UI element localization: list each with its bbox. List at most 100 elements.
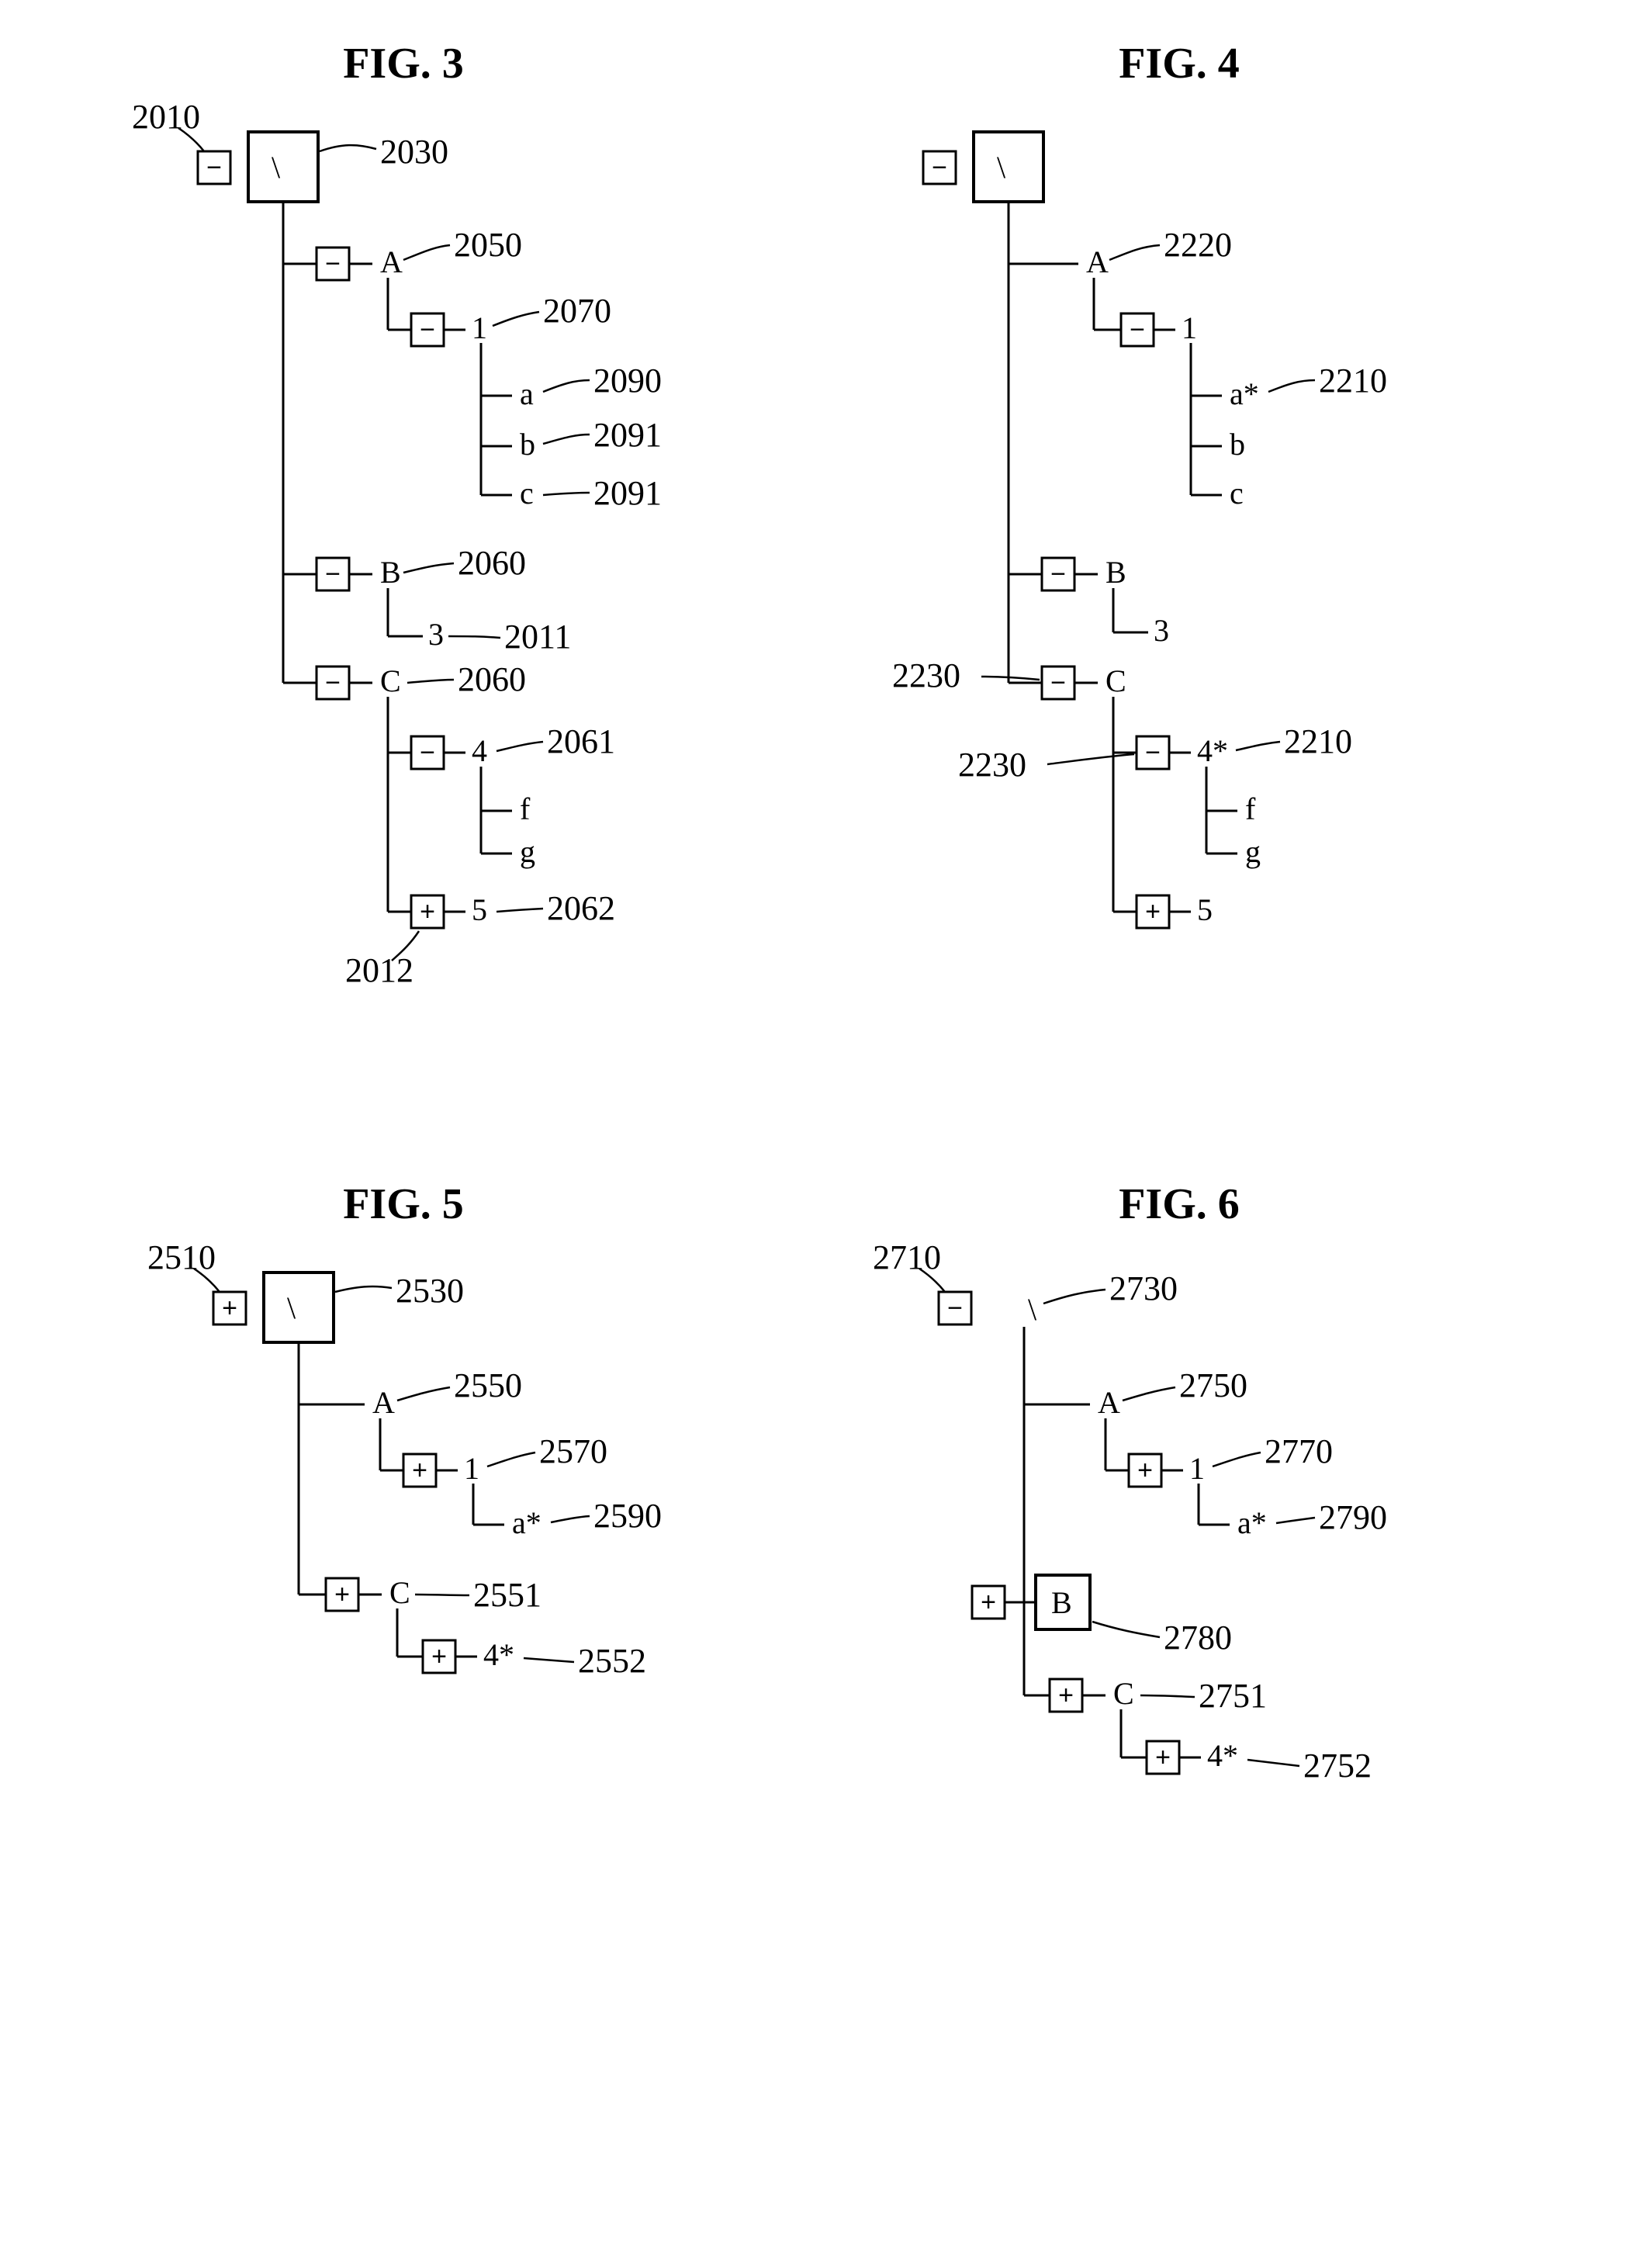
svg-text:+: + [1145, 897, 1161, 926]
node-C-6: C [1113, 1676, 1134, 1711]
callout-2060b: 2060 [458, 660, 526, 698]
svg-text:−: − [206, 153, 222, 182]
root-icon-4 [974, 132, 1043, 202]
callout-2751: 2751 [1199, 1677, 1267, 1715]
callout-2091b: 2091 [593, 474, 662, 512]
callout-2061: 2061 [547, 722, 615, 760]
svg-text:−: − [932, 153, 947, 182]
node-B-6: B [1051, 1585, 1072, 1620]
callout-2790: 2790 [1319, 1498, 1387, 1536]
callout-2090: 2090 [593, 362, 662, 400]
node-A: A [380, 244, 403, 279]
node-a: a [520, 376, 534, 411]
root-icon [248, 132, 318, 202]
node-1-6: 1 [1189, 1451, 1205, 1486]
callout-2220: 2220 [1164, 226, 1232, 264]
fig4-title: FIG. 4 [1119, 40, 1240, 88]
node-4-4: 4* [1197, 733, 1228, 768]
node-b: b [520, 427, 535, 462]
node-3-4: 3 [1154, 613, 1169, 648]
callout-2590: 2590 [593, 1497, 662, 1535]
node-a-6: a* [1237, 1505, 1267, 1540]
node-a-4: a* [1230, 376, 1259, 411]
callout-2570: 2570 [539, 1432, 607, 1470]
callout-2750: 2750 [1179, 1366, 1247, 1404]
root-label: \ [272, 150, 281, 185]
node-3: 3 [428, 617, 444, 652]
svg-text:+: + [334, 1580, 350, 1609]
svg-text:+: + [1137, 1456, 1153, 1485]
svg-text:−: − [325, 559, 341, 589]
svg-text:−: − [1050, 668, 1066, 698]
node-C-5: C [389, 1575, 410, 1610]
callout-2780: 2780 [1164, 1619, 1232, 1657]
callout-2550: 2550 [454, 1366, 522, 1404]
fig-3: FIG. 3 − \ 2010 2030 − A 2050 − 1 2070 a… [132, 40, 662, 989]
svg-text:−: − [325, 249, 341, 279]
svg-text:−: − [1130, 315, 1145, 345]
callout-2010: 2010 [132, 98, 200, 136]
svg-text:+: + [1058, 1681, 1074, 1710]
root-label-6: \ [1028, 1292, 1037, 1327]
callout-2530: 2530 [396, 1272, 464, 1310]
svg-text:+: + [981, 1588, 996, 1617]
callout-2210b: 2210 [1284, 722, 1352, 760]
node-1-5: 1 [464, 1451, 479, 1486]
fig6-title: FIG. 6 [1119, 1180, 1240, 1228]
svg-text:+: + [1155, 1743, 1171, 1772]
fig5-title: FIG. 5 [343, 1180, 464, 1228]
node-f-4: f [1245, 791, 1256, 826]
node-g-4: g [1245, 834, 1261, 869]
node-c: c [520, 476, 534, 511]
root-label-5: \ [287, 1290, 296, 1325]
callout-2230b: 2230 [958, 746, 1026, 784]
fig-5: FIG. 5 + \ 2510 2530 A 2550 + 1 2570 a* … [147, 1180, 662, 1680]
node-C-4: C [1105, 663, 1126, 698]
node-5-4: 5 [1197, 892, 1213, 927]
callout-2011: 2011 [504, 618, 571, 656]
callout-2551: 2551 [473, 1576, 542, 1614]
svg-text:−: − [420, 315, 435, 345]
fig3-title: FIG. 3 [343, 40, 464, 88]
node-b-4: b [1230, 427, 1245, 462]
callout-2060a: 2060 [458, 544, 526, 582]
node-A-6: A [1098, 1385, 1120, 1420]
node-1-4: 1 [1182, 310, 1197, 345]
svg-text:+: + [431, 1642, 447, 1671]
node-f: f [520, 791, 531, 826]
root-label-4: \ [997, 150, 1006, 185]
callout-2770: 2770 [1265, 1432, 1333, 1470]
node-g: g [520, 834, 535, 869]
node-C: C [380, 663, 401, 698]
node-A-5: A [372, 1385, 395, 1420]
callout-2730: 2730 [1109, 1269, 1178, 1307]
node-B: B [380, 555, 401, 590]
node-5: 5 [472, 892, 487, 927]
node-1: 1 [472, 310, 487, 345]
node-4-5: 4* [483, 1637, 514, 1672]
callout-2062: 2062 [547, 889, 615, 927]
svg-text:−: − [420, 738, 435, 767]
node-A-4: A [1086, 244, 1109, 279]
callout-2552: 2552 [578, 1642, 646, 1680]
svg-text:−: − [1145, 738, 1161, 767]
callout-2012: 2012 [345, 951, 413, 989]
root-icon-5 [264, 1273, 334, 1342]
node-c-4: c [1230, 476, 1244, 511]
node-a-5: a* [512, 1505, 542, 1540]
node-B-4: B [1105, 555, 1126, 590]
svg-text:+: + [412, 1456, 427, 1485]
callout-2710: 2710 [873, 1238, 941, 1276]
svg-text:−: − [947, 1293, 963, 1323]
callout-2752: 2752 [1303, 1747, 1372, 1785]
callout-2091a: 2091 [593, 416, 662, 454]
svg-text:−: − [1050, 559, 1066, 589]
callout-2070: 2070 [543, 292, 611, 330]
fig-4: FIG. 4 − \ A 2220 − 1 a* 2210 b c − B 3 … [892, 40, 1387, 928]
node-4-6: 4* [1207, 1738, 1238, 1773]
svg-text:+: + [222, 1293, 237, 1323]
figure-sheet: FIG. 3 − \ 2010 2030 − A 2050 − 1 2070 a… [0, 0, 1647, 2268]
callout-2210a: 2210 [1319, 362, 1387, 400]
svg-text:+: + [420, 897, 435, 926]
node-4: 4 [472, 733, 487, 768]
